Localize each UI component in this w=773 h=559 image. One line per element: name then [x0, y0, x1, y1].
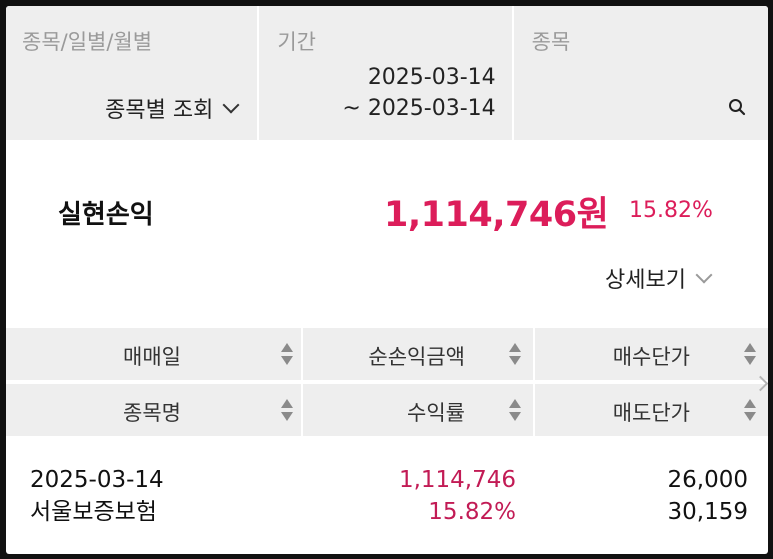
detail-view-toggle[interactable]: 상세보기 — [605, 262, 713, 294]
period-range[interactable]: 2025-03-14 ~ 2025-03-14 — [342, 62, 495, 124]
realized-pnl-amount: 1,114,746원 — [384, 195, 609, 235]
period-end: ~ 2025-03-14 — [342, 96, 496, 121]
view-type-select[interactable]: 종목별 조회 — [105, 92, 240, 124]
column-return-rate[interactable]: 수익률 — [303, 384, 533, 436]
view-type-filter[interactable]: 종목/일별/월별 종목별 조회 — [6, 6, 258, 140]
view-type-label: 종목/일별/월별 — [22, 30, 153, 54]
search-icon[interactable] — [728, 98, 746, 116]
column-buy-price[interactable]: 매수단가 — [535, 328, 768, 380]
column-label: 수익률 — [407, 401, 465, 425]
column-label: 매도단가 — [612, 401, 690, 425]
column-net-profit[interactable]: 순손익금액 — [303, 328, 533, 380]
realized-pnl-title: 실현손익 — [58, 200, 154, 230]
view-type-value: 종목별 조회 — [105, 98, 214, 123]
net-profit: 1,114,746 — [398, 467, 516, 493]
stock-filter[interactable]: 종목 — [513, 6, 768, 140]
header-row-1: 매매일 순손익금액 매수단가 — [6, 328, 768, 380]
filter-bar: 종목/일별/월별 종목별 조회 기간 2025-03-14 ~ 2025-03-… — [6, 6, 768, 140]
sort-icon[interactable] — [744, 343, 756, 367]
sort-icon[interactable] — [744, 399, 756, 423]
period-filter[interactable]: 기간 2025-03-14 ~ 2025-03-14 — [259, 6, 512, 140]
period-start: 2025-03-14 — [367, 65, 496, 90]
sort-icon[interactable] — [281, 399, 293, 423]
column-label: 순손익금액 — [368, 345, 465, 369]
stock-name: 서울보증보험 — [30, 499, 157, 525]
sell-price: 30,159 — [667, 499, 748, 525]
chevron-down-icon — [695, 266, 713, 284]
header-row-2: 종목명 수익률 매도단가 — [6, 384, 768, 436]
buy-price: 26,000 — [667, 467, 748, 493]
column-label: 종목명 — [123, 401, 181, 425]
detail-view-label: 상세보기 — [605, 268, 686, 293]
return-rate: 15.82% — [428, 499, 516, 525]
column-sell-price[interactable]: 매도단가 — [535, 384, 768, 436]
realized-pnl-rate: 15.82% — [629, 198, 713, 223]
realized-pnl-panel: 종목/일별/월별 종목별 조회 기간 2025-03-14 ~ 2025-03-… — [6, 6, 768, 554]
trade-date: 2025-03-14 — [30, 467, 164, 493]
table-row[interactable]: 2025-03-14 서울보증보험 1,114,746 15.82% 26,00… — [6, 460, 768, 540]
column-label: 매수단가 — [612, 345, 690, 369]
column-trade-date[interactable]: 매매일 — [6, 328, 301, 380]
period-label: 기간 — [277, 30, 316, 54]
sort-icon[interactable] — [281, 343, 293, 367]
stock-label: 종목 — [531, 30, 571, 54]
table-header: 매매일 순손익금액 매수단가 종목명 수익률 매도단가 — [6, 328, 768, 436]
column-stock-name[interactable]: 종목명 — [6, 384, 301, 436]
chevron-down-icon — [222, 96, 240, 114]
sort-icon[interactable] — [509, 343, 521, 367]
column-label: 매매일 — [123, 345, 181, 369]
sort-icon[interactable] — [509, 399, 521, 423]
